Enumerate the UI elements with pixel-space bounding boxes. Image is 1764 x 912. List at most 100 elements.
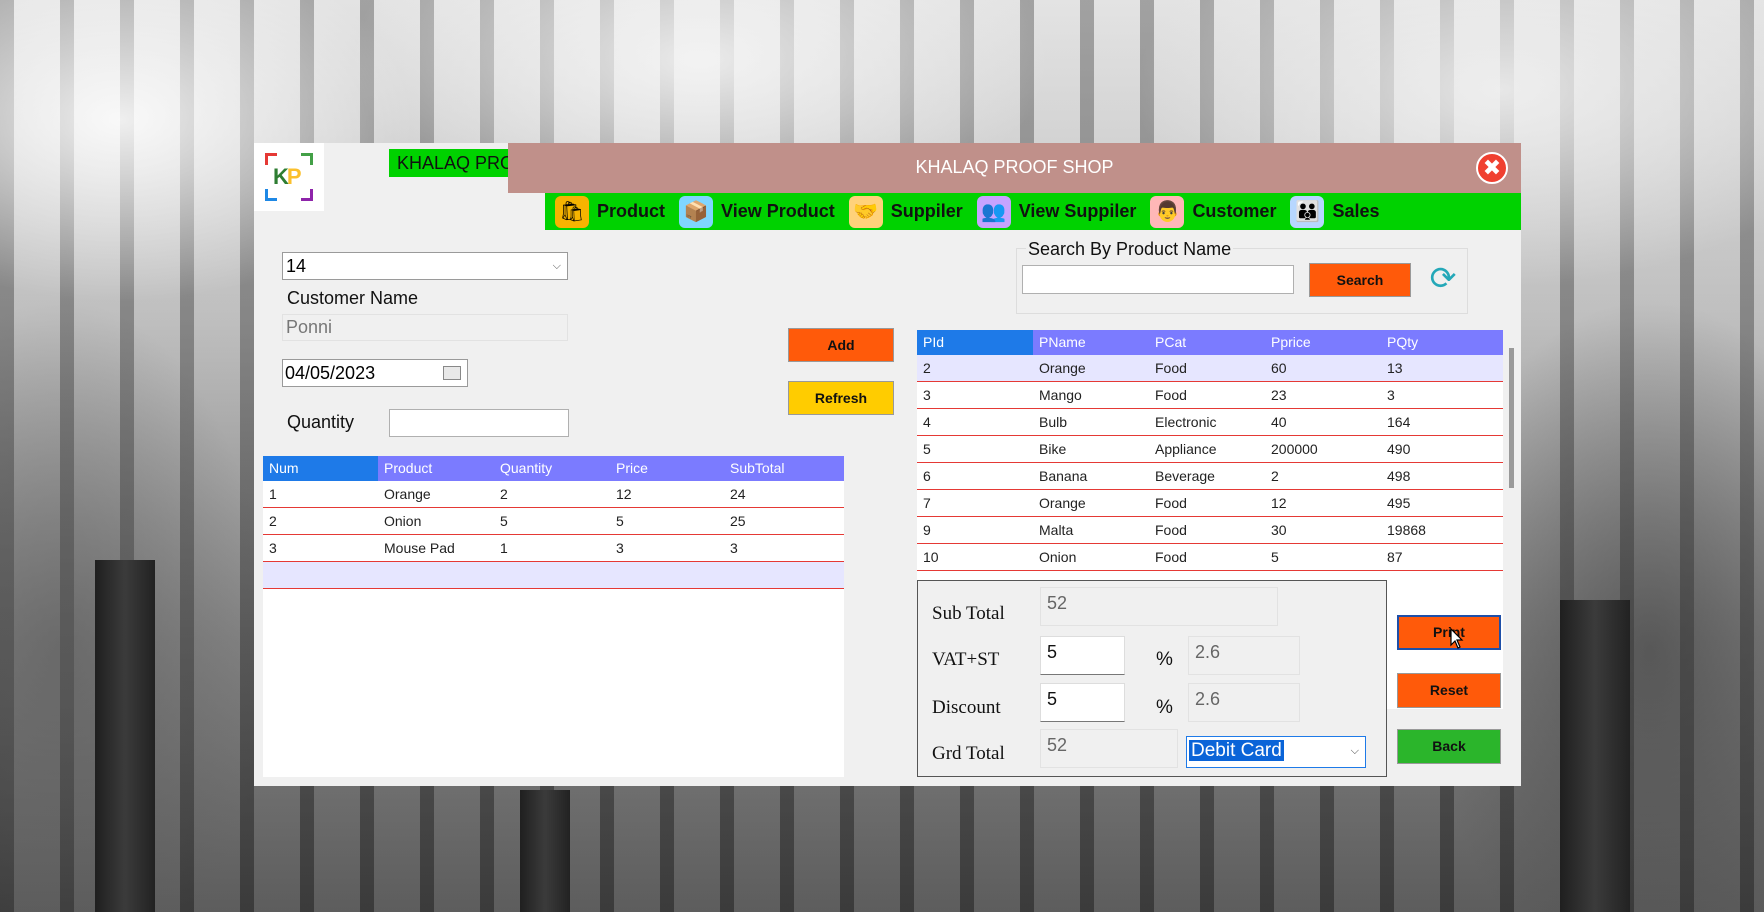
products-grid-body: 2 Orange Food 60 13 3 Mango Food 23 3 4 Bulb Electro… [917, 355, 1503, 571]
table-cell: 5 [500, 513, 508, 529]
column-header[interactable]: PId [917, 330, 1033, 355]
table-cell [610, 562, 724, 588]
table-row[interactable]: 1 Orange 2 12 24 [263, 481, 844, 508]
column-header[interactable]: PQty [1381, 330, 1503, 355]
table-cell: Food [1155, 360, 1187, 376]
table-row[interactable] [263, 562, 844, 589]
table-row[interactable]: 7 Orange Food 12 495 [917, 490, 1503, 517]
column-header[interactable]: Pprice [1265, 330, 1381, 355]
table-cell [263, 562, 378, 588]
date-picker[interactable]: 04/05/2023 [282, 359, 468, 387]
column-header[interactable]: PCat [1149, 330, 1265, 355]
reset-button[interactable]: Reset [1397, 673, 1501, 708]
logo-mark: KP [265, 153, 313, 201]
refresh-button[interactable]: Refresh [788, 381, 894, 415]
nav-item-suppiler[interactable]: 🤝 Suppiler [848, 195, 963, 228]
table-cell: Orange [384, 486, 431, 502]
vat-amount-field[interactable]: 2.6 [1188, 636, 1300, 675]
table-cell: 6 [923, 468, 931, 484]
table-cell: Electronic [1155, 414, 1217, 430]
discount-percent-input[interactable]: 5 [1040, 683, 1125, 722]
table-row[interactable]: 9 Malta Food 30 19868 [917, 517, 1503, 544]
products-scroll-thumb[interactable] [1509, 348, 1514, 488]
grand-total-label: Grd Total [932, 743, 1005, 764]
table-cell: Orange [1039, 495, 1086, 511]
table-cell: Mouse Pad [384, 540, 455, 556]
tree-trunk [520, 790, 570, 912]
nav-item-product[interactable]: 🛍 Product [555, 195, 666, 228]
table-cell: 12 [616, 486, 632, 502]
handshake-icon: 🤝 [848, 195, 883, 228]
table-cell: 498 [1387, 468, 1411, 484]
vat-percent-input[interactable]: 5 [1040, 636, 1125, 675]
quantity-label: Quantity [287, 412, 355, 432]
column-header[interactable]: Num [263, 456, 378, 481]
table-cell: 13 [1387, 360, 1403, 376]
table-cell [378, 562, 494, 588]
table-cell: Onion [384, 513, 422, 529]
column-header[interactable]: Price [610, 456, 724, 481]
cart-grid[interactable]: Num Product Quantity Price SubTotal 1 Orange 2… [263, 456, 844, 777]
table-row[interactable]: 5 Bike Appliance 200000 490 [917, 436, 1503, 463]
search-input[interactable] [1022, 265, 1294, 294]
table-cell: 9 [923, 522, 931, 538]
table-cell: 7 [923, 495, 931, 511]
nav-item-label: View Product [721, 201, 835, 221]
table-cell: 3 [730, 540, 738, 556]
print-button[interactable]: Print [1397, 615, 1501, 650]
nav-item-label: Sales [1332, 201, 1380, 221]
table-cell: 3 [1387, 387, 1395, 403]
nav-item-view-product[interactable]: 📦 View Product [679, 195, 835, 228]
quantity-input[interactable] [389, 409, 569, 437]
nav-item-label: Product [597, 201, 666, 221]
customer-id-select[interactable]: 14 ⌵ [282, 252, 568, 280]
logo: KP [254, 143, 324, 211]
table-cell: 5 [616, 513, 624, 529]
table-row[interactable]: 4 Bulb Electronic 40 164 [917, 409, 1503, 436]
refresh-icon[interactable]: ⟳ [1425, 261, 1461, 295]
window-title: KHALAQ PROOF SHOP [508, 143, 1521, 193]
grand-total-field[interactable]: 52 [1040, 729, 1178, 768]
back-button[interactable]: Back [1397, 729, 1501, 764]
table-cell: Beverage [1155, 468, 1215, 484]
column-header[interactable]: PName [1033, 330, 1149, 355]
table-row[interactable]: 3 Mango Food 23 3 [917, 382, 1503, 409]
table-row[interactable]: 2 Onion 5 5 25 [263, 508, 844, 535]
discount-amount-field[interactable]: 2.6 [1188, 683, 1300, 722]
payment-method-select[interactable]: Debit Card ⌵ [1186, 736, 1366, 768]
customer-id-value: 14 [286, 256, 307, 276]
vat-label: VAT+ST [932, 649, 1000, 670]
table-row[interactable]: 3 Mouse Pad 1 3 3 [263, 535, 844, 562]
calendar-icon[interactable] [443, 366, 461, 380]
date-value: 04/05/2023 [285, 363, 376, 383]
table-cell: 30 [1271, 522, 1287, 538]
sub-total-label: Sub Total [932, 603, 1005, 624]
table-cell: Orange [1039, 360, 1086, 376]
table-row[interactable]: 10 Onion Food 5 87 [917, 544, 1503, 571]
close-button[interactable]: ✖ [1476, 152, 1508, 184]
table-row[interactable]: 6 Banana Beverage 2 498 [917, 463, 1503, 490]
column-header[interactable]: Product [378, 456, 494, 481]
nav-item-sales[interactable]: 👪 Sales [1290, 195, 1380, 228]
app-window: KP KHALAQ PROOF KHALAQ PROOF SHOP ✖ 🛍 Pro… [254, 143, 1521, 786]
main-nav: 🛍 Product 📦 View Product 🤝 Suppiler 👥 View Supp… [545, 193, 1521, 230]
vat-percent-sign: % [1156, 649, 1173, 670]
table-row[interactable]: 2 Orange Food 60 13 [917, 355, 1503, 382]
table-cell: 1 [269, 486, 277, 502]
customer-name-field[interactable]: Ponni [282, 314, 568, 341]
table-cell: Bulb [1039, 414, 1068, 430]
table-cell: 3 [616, 540, 624, 556]
search-button[interactable]: Search [1309, 263, 1411, 297]
column-header[interactable]: SubTotal [724, 456, 844, 481]
add-button[interactable]: Add [788, 328, 894, 362]
table-cell: Bike [1039, 441, 1067, 457]
column-header[interactable]: Quantity [494, 456, 610, 481]
table-cell: Food [1155, 387, 1187, 403]
table-cell: 60 [1271, 360, 1287, 376]
nav-item-customer[interactable]: 👨 Customer [1150, 195, 1276, 228]
logo-letters: KP [273, 164, 302, 189]
table-cell: 4 [923, 414, 931, 430]
sub-total-field[interactable]: 52 [1040, 587, 1278, 626]
nav-item-view-suppiler[interactable]: 👥 View Suppiler [976, 195, 1136, 228]
table-cell: Mango [1039, 387, 1082, 403]
